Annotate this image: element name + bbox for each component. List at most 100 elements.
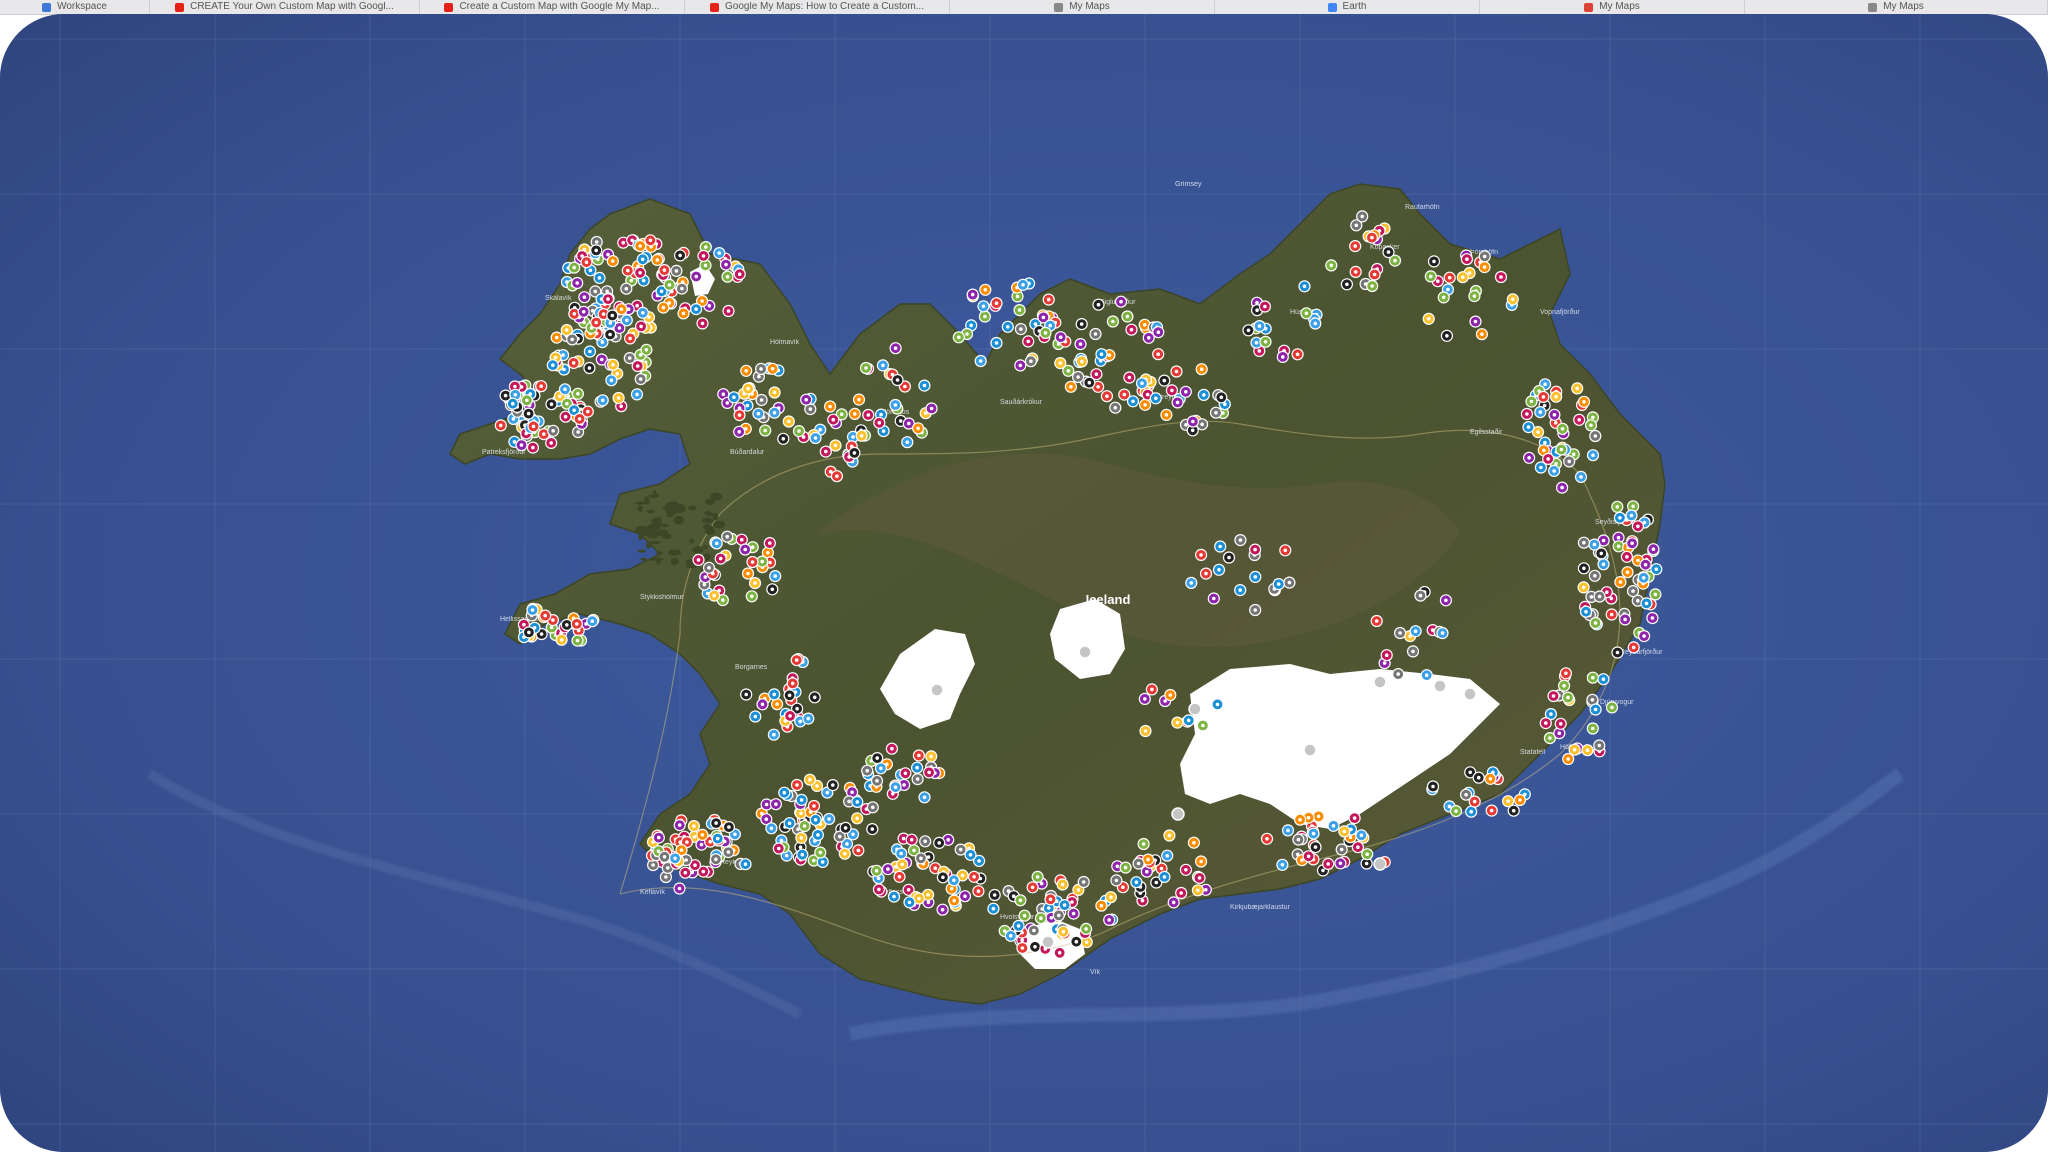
- map-marker[interactable]: [560, 618, 573, 632]
- map-marker[interactable]: [636, 253, 649, 266]
- map-marker[interactable]: [1548, 408, 1561, 421]
- map-marker[interactable]: [1142, 331, 1155, 344]
- map-marker[interactable]: [1351, 841, 1365, 854]
- map-marker[interactable]: [974, 354, 987, 368]
- map-marker[interactable]: [1132, 857, 1145, 870]
- map-marker[interactable]: [1248, 543, 1262, 556]
- map-marker[interactable]: [1424, 270, 1437, 283]
- map-marker[interactable]: [796, 848, 809, 861]
- map-marker[interactable]: [1586, 722, 1599, 735]
- map-marker[interactable]: [1013, 304, 1026, 317]
- map-marker[interactable]: [1158, 870, 1171, 884]
- map-marker[interactable]: [1092, 298, 1105, 311]
- map-marker[interactable]: [889, 781, 902, 794]
- map-marker[interactable]: [673, 818, 686, 832]
- map-marker[interactable]: [777, 432, 790, 445]
- map-marker[interactable]: [1300, 307, 1313, 320]
- map-marker[interactable]: [1469, 315, 1482, 328]
- map-marker[interactable]: [651, 253, 664, 266]
- map-marker[interactable]: [713, 247, 726, 260]
- map-marker[interactable]: [911, 422, 925, 435]
- map-marker[interactable]: [1130, 876, 1143, 889]
- map-marker[interactable]: [1158, 374, 1171, 387]
- map-marker[interactable]: [1554, 717, 1567, 730]
- map-marker[interactable]: [829, 439, 842, 452]
- map-marker[interactable]: [555, 633, 568, 646]
- glacier-marker[interactable]: [1303, 743, 1317, 757]
- map-marker[interactable]: [795, 793, 808, 807]
- map-marker[interactable]: [1392, 667, 1405, 681]
- map-marker[interactable]: [830, 470, 844, 483]
- map-marker[interactable]: [1437, 291, 1450, 304]
- map-marker[interactable]: [547, 424, 560, 437]
- map-marker[interactable]: [1056, 878, 1069, 891]
- map-marker[interactable]: [620, 314, 633, 327]
- map-marker[interactable]: [1016, 278, 1030, 291]
- map-marker[interactable]: [954, 843, 967, 856]
- map-marker[interactable]: [1356, 210, 1369, 223]
- map-marker[interactable]: [1042, 293, 1055, 306]
- map-marker[interactable]: [670, 264, 683, 277]
- map-marker[interactable]: [881, 862, 895, 876]
- map-marker[interactable]: [1276, 350, 1289, 363]
- browser-tab[interactable]: CREATE Your Own Custom Map with Googl...: [150, 0, 420, 14]
- glacier-marker[interactable]: [1433, 679, 1447, 693]
- glacier-marker[interactable]: [1171, 807, 1185, 821]
- map-marker[interactable]: [1027, 924, 1041, 937]
- map-marker[interactable]: [1485, 804, 1498, 817]
- map-marker[interactable]: [1443, 271, 1456, 284]
- map-marker[interactable]: [1334, 857, 1347, 870]
- map-marker[interactable]: [1234, 533, 1247, 547]
- map-marker[interactable]: [711, 832, 724, 845]
- map-marker[interactable]: [870, 774, 884, 787]
- map-marker[interactable]: [852, 393, 866, 406]
- map-marker[interactable]: [1212, 563, 1226, 576]
- map-marker[interactable]: [826, 778, 839, 792]
- map-marker[interactable]: [866, 822, 879, 836]
- map-marker[interactable]: [603, 328, 617, 341]
- map-marker[interactable]: [571, 387, 585, 400]
- map-marker[interactable]: [783, 689, 796, 702]
- map-marker[interactable]: [1167, 896, 1180, 909]
- map-marker[interactable]: [1179, 385, 1192, 398]
- map-marker[interactable]: [1366, 279, 1379, 293]
- map-marker[interactable]: [1589, 703, 1602, 716]
- map-marker[interactable]: [1077, 875, 1090, 889]
- map-marker[interactable]: [948, 894, 961, 907]
- map-marker[interactable]: [652, 831, 665, 844]
- map-marker[interactable]: [1539, 716, 1552, 730]
- map-marker[interactable]: [1074, 338, 1087, 351]
- map-marker[interactable]: [1561, 691, 1575, 704]
- map-marker[interactable]: [1370, 614, 1383, 628]
- browser-tab[interactable]: Workspace: [0, 0, 150, 14]
- map-marker[interactable]: [1327, 819, 1340, 832]
- map-marker[interactable]: [1014, 359, 1027, 372]
- map-marker[interactable]: [1215, 391, 1228, 404]
- map-marker[interactable]: [848, 446, 861, 459]
- browser-tab[interactable]: Google My Maps: How to Create a Custom..…: [685, 0, 950, 14]
- map-marker[interactable]: [1110, 874, 1123, 887]
- map-marker[interactable]: [914, 852, 928, 865]
- map-marker[interactable]: [766, 362, 779, 375]
- map-marker[interactable]: [852, 844, 865, 857]
- map-marker[interactable]: [1577, 536, 1591, 549]
- map-marker[interactable]: [739, 858, 752, 871]
- map-marker[interactable]: [1281, 824, 1295, 837]
- map-marker[interactable]: [1249, 570, 1262, 584]
- map-marker[interactable]: [1028, 940, 1042, 953]
- browser-tab[interactable]: Create a Custom Map with Google My Map..…: [420, 0, 685, 14]
- map-marker[interactable]: [1595, 547, 1608, 560]
- map-marker[interactable]: [919, 835, 932, 848]
- map-marker[interactable]: [811, 828, 825, 842]
- map-marker[interactable]: [1478, 250, 1491, 263]
- map-marker[interactable]: [1507, 804, 1520, 817]
- map-marker[interactable]: [1024, 355, 1038, 368]
- map-marker[interactable]: [851, 812, 864, 825]
- map-marker[interactable]: [1309, 317, 1322, 330]
- map-marker[interactable]: [1579, 605, 1593, 618]
- map-marker[interactable]: [1298, 280, 1311, 293]
- map-marker[interactable]: [1625, 509, 1638, 522]
- map-marker[interactable]: [1573, 413, 1586, 426]
- map-marker[interactable]: [1260, 832, 1274, 845]
- map-marker[interactable]: [769, 569, 782, 583]
